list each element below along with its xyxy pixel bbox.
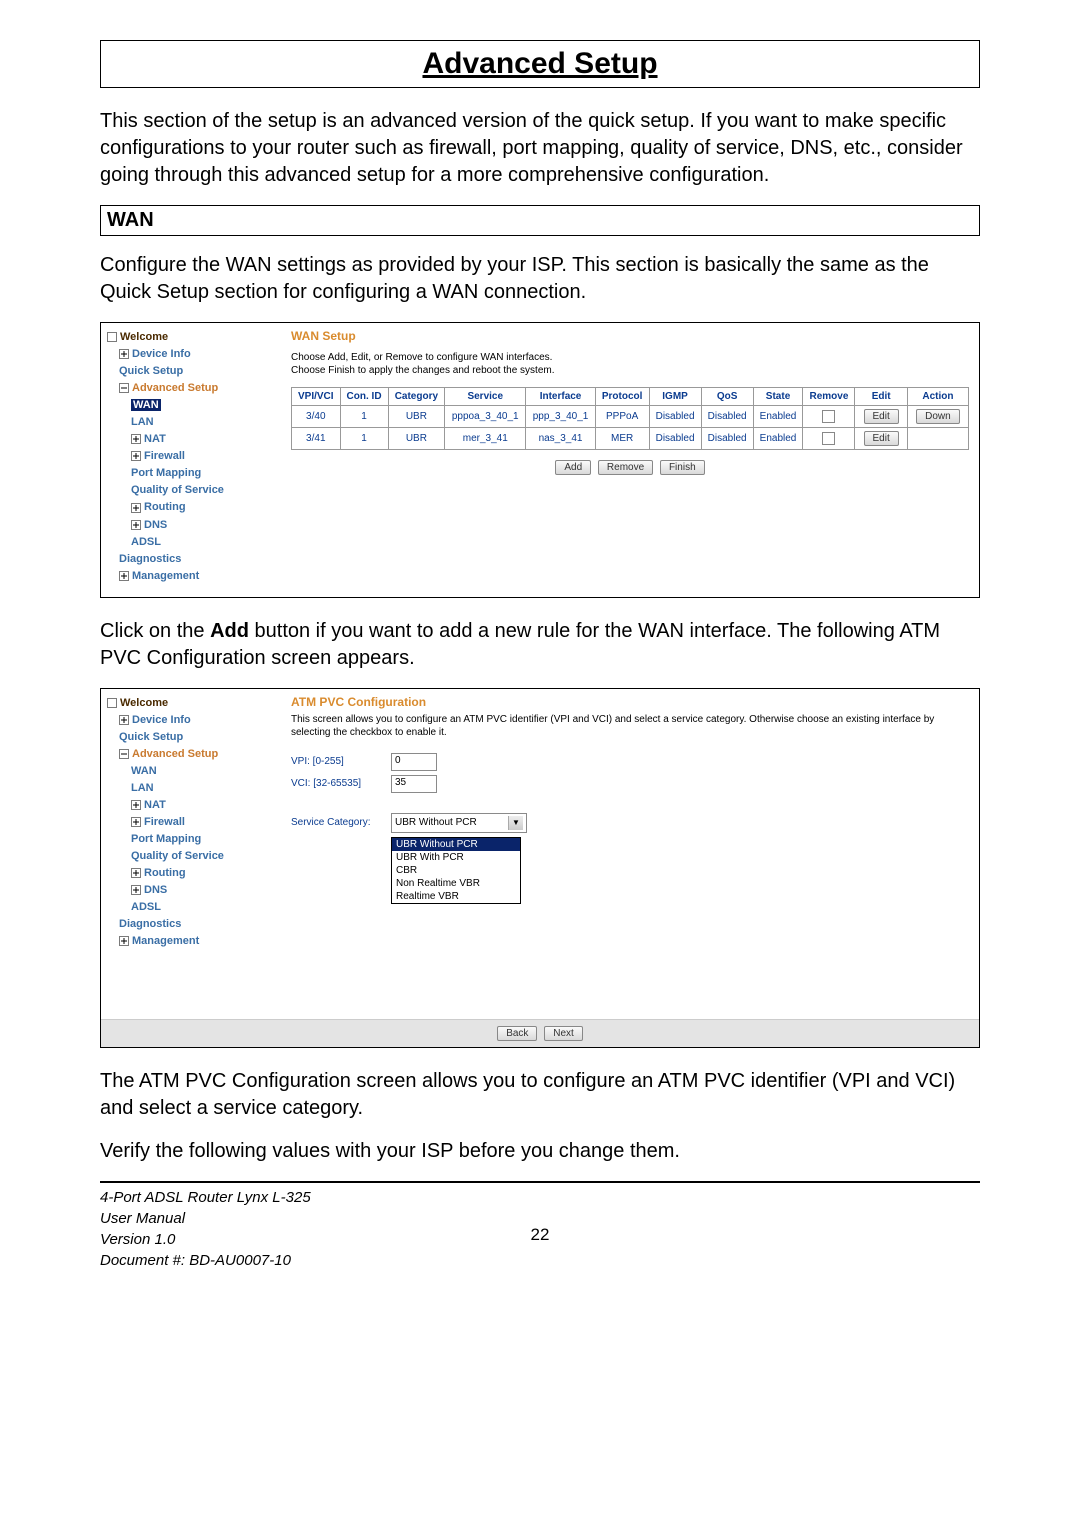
tree-adsl[interactable]: ADSL xyxy=(107,534,277,551)
tree-lan[interactable]: LAN xyxy=(107,414,277,431)
tree-adsl[interactable]: ADSL xyxy=(107,899,277,916)
tree-management[interactable]: Management xyxy=(107,933,277,950)
back-button[interactable]: Back xyxy=(497,1026,537,1041)
down-button[interactable]: Down xyxy=(916,409,960,424)
tree-qos[interactable]: Quality of Service xyxy=(107,482,277,499)
tree-port-mapping[interactable]: Port Mapping xyxy=(107,831,277,848)
finish-button[interactable]: Finish xyxy=(660,460,705,475)
wan-heading: WAN xyxy=(100,205,980,236)
dropdown-option[interactable]: UBR With PCR xyxy=(392,851,520,864)
screenshot-wan-setup: Welcome Device Info Quick Setup Advanced… xyxy=(100,322,980,598)
dropdown-option[interactable]: Non Realtime VBR xyxy=(392,877,520,890)
dropdown-option[interactable]: Realtime VBR xyxy=(392,890,520,903)
remove-checkbox[interactable] xyxy=(822,410,835,423)
tree-device-info[interactable]: Device Info xyxy=(107,712,277,729)
remove-checkbox[interactable] xyxy=(822,432,835,445)
vci-input[interactable]: 35 xyxy=(391,775,437,793)
after-text-2: Verify the following values with your IS… xyxy=(100,1138,980,1165)
tree-nat[interactable]: NAT xyxy=(107,431,277,448)
wan-setup-desc: Choose Add, Edit, or Remove to configure… xyxy=(291,351,969,377)
tree-qos[interactable]: Quality of Service xyxy=(107,848,277,865)
vci-label: VCI: [32-65535] xyxy=(291,778,391,789)
tree-wan[interactable]: WAN xyxy=(107,397,277,414)
tree-quick-setup[interactable]: Quick Setup xyxy=(107,363,277,380)
vpi-input[interactable]: 0 xyxy=(391,753,437,771)
intro-text: This section of the setup is an advanced… xyxy=(100,108,980,189)
tree-port-mapping[interactable]: Port Mapping xyxy=(107,465,277,482)
tree-wan[interactable]: WAN xyxy=(107,763,277,780)
table-row: 3/40 1 UBR pppoa_3_40_1 ppp_3_40_1 PPPoA… xyxy=(292,406,969,428)
edit-button[interactable]: Edit xyxy=(864,431,899,446)
next-button[interactable]: Next xyxy=(544,1026,583,1041)
vpi-label: VPI: [0-255] xyxy=(291,756,391,767)
tree-routing[interactable]: Routing xyxy=(107,499,277,516)
tree-firewall[interactable]: Firewall xyxy=(107,814,277,831)
nav-tree: Welcome Device Info Quick Setup Advanced… xyxy=(101,323,281,597)
wan-table: VPI/VCI Con. ID Category Service Interfa… xyxy=(291,387,969,450)
tree-dns[interactable]: DNS xyxy=(107,882,277,899)
footer-separator xyxy=(100,1181,980,1183)
dialog-footer: Back Next xyxy=(101,1019,979,1047)
tree-nat[interactable]: NAT xyxy=(107,797,277,814)
wan-setup-pane: WAN Setup Choose Add, Edit, or Remove to… xyxy=(281,323,979,597)
service-category-dropdown[interactable]: UBR Without PCR UBR With PCR CBR Non Rea… xyxy=(391,837,521,904)
wan-table-header: VPI/VCI Con. ID Category Service Interfa… xyxy=(292,388,969,406)
tree-dns[interactable]: DNS xyxy=(107,517,277,534)
remove-button[interactable]: Remove xyxy=(598,460,653,475)
page-title: Advanced Setup xyxy=(101,47,979,81)
wan-intro-text: Configure the WAN settings as provided b… xyxy=(100,252,980,306)
tree-diagnostics[interactable]: Diagnostics xyxy=(107,916,277,933)
tree-lan[interactable]: LAN xyxy=(107,780,277,797)
screenshot-atm-pvc: Welcome Device Info Quick Setup Advanced… xyxy=(100,688,980,1048)
tree-firewall[interactable]: Firewall xyxy=(107,448,277,465)
service-category-label: Service Category: xyxy=(291,817,391,828)
tree-advanced-setup[interactable]: Advanced Setup xyxy=(107,746,277,763)
tree-routing[interactable]: Routing xyxy=(107,865,277,882)
wan-setup-title: WAN Setup xyxy=(291,329,969,343)
tree-advanced-setup[interactable]: Advanced Setup xyxy=(107,380,277,397)
add-button[interactable]: Add xyxy=(555,460,591,475)
tree-quick-setup[interactable]: Quick Setup xyxy=(107,729,277,746)
tree-welcome[interactable]: Welcome xyxy=(107,695,277,712)
atm-pvc-desc: This screen allows you to configure an A… xyxy=(291,713,969,739)
table-row: 3/41 1 UBR mer_3_41 nas_3_41 MER Disable… xyxy=(292,428,969,450)
page-title-box: Advanced Setup xyxy=(100,40,980,88)
after-text-1: The ATM PVC Configuration screen allows … xyxy=(100,1068,980,1122)
button-row: Add Remove Finish xyxy=(291,460,969,475)
tree-management[interactable]: Management xyxy=(107,568,277,585)
tree-diagnostics[interactable]: Diagnostics xyxy=(107,551,277,568)
chevron-down-icon: ▼ xyxy=(508,816,523,830)
atm-pvc-pane: ATM PVC Configuration This screen allows… xyxy=(281,689,979,1019)
tree-welcome[interactable]: Welcome xyxy=(107,329,277,346)
atm-pvc-title: ATM PVC Configuration xyxy=(291,695,969,709)
mid-text: Click on the Add button if you want to a… xyxy=(100,618,980,672)
dropdown-option[interactable]: UBR Without PCR xyxy=(392,838,520,851)
nav-tree: Welcome Device Info Quick Setup Advanced… xyxy=(101,689,281,1019)
page-number: 22 xyxy=(100,1225,980,1245)
dropdown-option[interactable]: CBR xyxy=(392,864,520,877)
edit-button[interactable]: Edit xyxy=(864,409,899,424)
tree-device-info[interactable]: Device Info xyxy=(107,346,277,363)
service-category-select[interactable]: UBR Without PCR ▼ xyxy=(391,813,527,833)
